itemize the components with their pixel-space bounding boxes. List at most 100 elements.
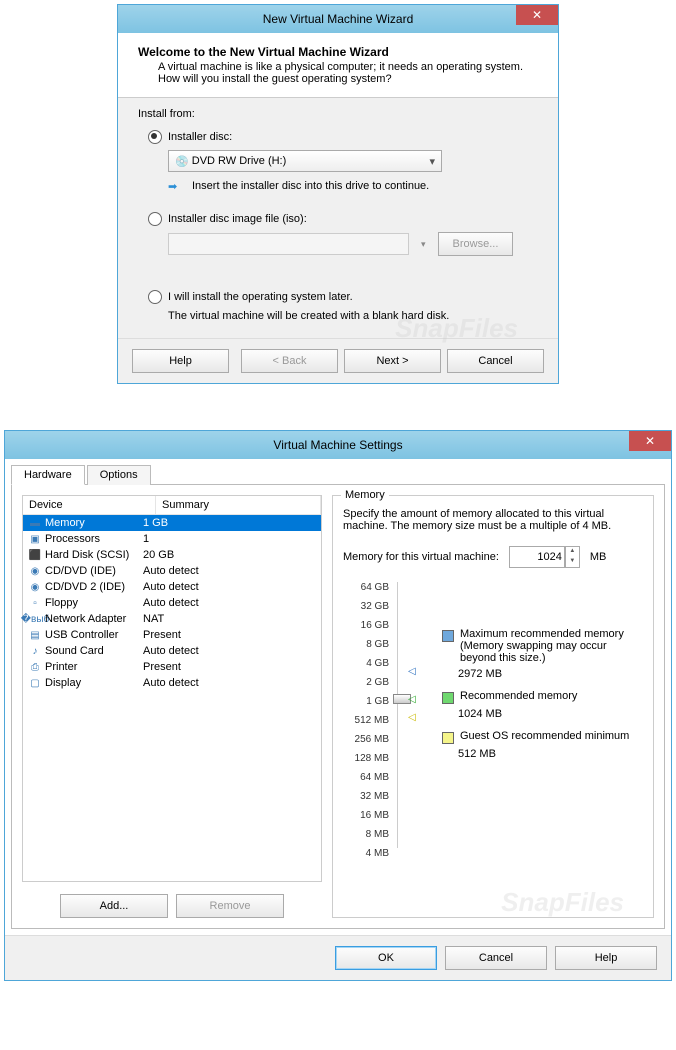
device-name: Printer [45, 661, 77, 673]
device-name: Network Adapter [45, 613, 126, 625]
install-from-label: Install from: [138, 108, 538, 120]
max-memory-note: (Memory swapping may occur beyond this s… [460, 640, 643, 664]
tick-label: 32 MB [343, 791, 389, 810]
device-icon: ⬛ [27, 548, 43, 562]
welcome-heading: Welcome to the New Virtual Machine Wizar… [138, 45, 538, 59]
radio-later[interactable]: I will install the operating system late… [148, 290, 538, 304]
device-row[interactable]: ⬛Hard Disk (SCSI) 20 GB [23, 547, 321, 563]
device-name: CD/DVD (IDE) [45, 565, 116, 577]
device-list[interactable]: Device Summary ▬Memory1 GB▣Processors1⬛H… [22, 495, 322, 882]
iso-path-input [168, 233, 409, 255]
memory-group: Memory Specify the amount of memory allo… [332, 495, 654, 918]
device-row[interactable]: ⎙Printer Present [23, 659, 321, 675]
radio-iso[interactable]: Installer disc image file (iso): [148, 212, 538, 226]
device-icon: ▫ [27, 596, 43, 610]
device-name: Display [45, 677, 81, 689]
device-icon: �выб [27, 612, 43, 626]
device-summary: Auto detect [143, 677, 321, 689]
tick-label: 32 GB [343, 601, 389, 620]
device-name: Hard Disk (SCSI) [45, 549, 129, 561]
max-memory-value: 2972 MB [458, 668, 643, 680]
square-blue-icon [442, 630, 454, 642]
radio-icon [148, 212, 162, 226]
device-summary: Auto detect [143, 597, 321, 609]
max-memory-label: Maximum recommended memory [460, 628, 643, 640]
cancel-button[interactable]: Cancel [447, 349, 544, 373]
device-row[interactable]: ▣Processors1 [23, 531, 321, 547]
ok-button[interactable]: OK [335, 946, 437, 970]
device-summary: Auto detect [143, 565, 321, 577]
tick-label: 2 GB [343, 677, 389, 696]
device-name: Processors [45, 533, 100, 545]
device-icon: ◉ [27, 564, 43, 578]
memory-slider[interactable]: ◁ ◁ ◁ [397, 582, 414, 848]
tick-label: 64 MB [343, 772, 389, 791]
device-summary: Present [143, 629, 321, 641]
help-button[interactable]: Help [132, 349, 229, 373]
device-row[interactable]: ▢Display Auto detect [23, 675, 321, 691]
memory-description: Specify the amount of memory allocated t… [343, 508, 643, 532]
tick-label: 8 MB [343, 829, 389, 848]
square-yellow-icon [442, 732, 454, 744]
close-button[interactable]: ✕ [629, 431, 671, 451]
device-name: CD/DVD 2 (IDE) [45, 581, 125, 593]
welcome-description: A virtual machine is like a physical com… [158, 61, 538, 85]
radio-installer-disc[interactable]: Installer disc: [148, 130, 538, 144]
settings-titlebar: Virtual Machine Settings ✕ [5, 431, 671, 459]
memory-spinner[interactable]: ▲▼ [565, 546, 580, 568]
remove-button: Remove [176, 894, 284, 918]
device-name: Sound Card [45, 645, 104, 657]
device-icon: ⎙ [27, 660, 43, 674]
memory-label: Memory for this virtual machine: [343, 551, 499, 563]
min-memory-value: 512 MB [458, 748, 643, 760]
device-icon: ▣ [27, 532, 43, 546]
device-row[interactable]: ◉CD/DVD 2 (IDE)Auto detect [23, 579, 321, 595]
tab-options[interactable]: Options [87, 465, 151, 485]
device-row[interactable]: ◉CD/DVD (IDE) Auto detect [23, 563, 321, 579]
radio-disc-label: Installer disc: [168, 131, 232, 143]
cancel-button[interactable]: Cancel [445, 946, 547, 970]
tick-label: 128 MB [343, 753, 389, 772]
device-summary: Present [143, 661, 321, 673]
tab-hardware[interactable]: Hardware [11, 465, 85, 485]
device-name: Floppy [45, 597, 78, 609]
help-button[interactable]: Help [555, 946, 657, 970]
browse-button: Browse... [438, 232, 514, 256]
tick-label: 256 MB [343, 734, 389, 753]
wizard-title: New Virtual Machine Wizard [263, 12, 414, 26]
device-summary: 20 GB [143, 549, 321, 561]
tab-strip: Hardware Options [11, 465, 665, 485]
rec-memory-value: 1024 MB [458, 708, 643, 720]
device-row[interactable]: �выбNetwork Adapter NAT [23, 611, 321, 627]
square-green-icon [442, 692, 454, 704]
rec-memory-label: Recommended memory [460, 690, 643, 702]
marker-max-icon: ◁ [408, 666, 416, 677]
device-name: USB Controller [45, 629, 118, 641]
device-summary: Auto detect [143, 645, 321, 657]
device-icon: ▤ [27, 628, 43, 642]
back-button: < Back [241, 349, 338, 373]
tick-label: 8 GB [343, 639, 389, 658]
memory-legend: Memory [341, 489, 389, 501]
header-device[interactable]: Device [23, 496, 156, 514]
radio-iso-label: Installer disc image file (iso): [168, 213, 307, 225]
later-note: The virtual machine will be created with… [168, 310, 538, 322]
wizard-titlebar: New Virtual Machine Wizard ✕ [118, 5, 558, 33]
device-row[interactable]: ♪Sound CardAuto detect [23, 643, 321, 659]
device-row[interactable]: ▤USB Controller Present [23, 627, 321, 643]
device-icon: ▢ [27, 676, 43, 690]
device-icon: ▬ [27, 516, 43, 530]
hint-text: Insert the installer disc into this driv… [192, 180, 429, 192]
header-summary[interactable]: Summary [156, 496, 321, 514]
radio-later-label: I will install the operating system late… [168, 291, 353, 303]
tick-label: 16 MB [343, 810, 389, 829]
drive-dropdown[interactable]: 💿 DVD RW Drive (H:) [168, 150, 442, 172]
device-row[interactable]: ▫Floppy Auto detect [23, 595, 321, 611]
device-row[interactable]: ▬Memory1 GB [23, 515, 321, 531]
device-name: Memory [45, 517, 85, 529]
memory-input[interactable] [509, 546, 565, 568]
device-summary: NAT [143, 613, 321, 625]
add-button[interactable]: Add... [60, 894, 168, 918]
close-button[interactable]: ✕ [516, 5, 558, 25]
next-button[interactable]: Next > [344, 349, 441, 373]
